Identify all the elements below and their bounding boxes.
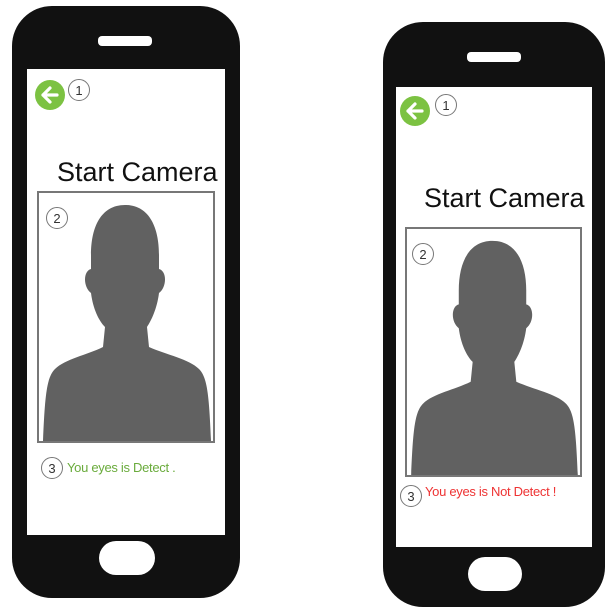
camera-preview: 2 bbox=[405, 227, 582, 477]
callout-3: 3 bbox=[400, 485, 422, 507]
callout-2: 2 bbox=[46, 207, 68, 229]
arrow-left-icon bbox=[406, 102, 424, 120]
callout-3: 3 bbox=[41, 457, 63, 479]
back-button[interactable] bbox=[400, 96, 430, 126]
detection-status: You eyes is Detect . bbox=[67, 460, 176, 475]
arrow-left-icon bbox=[41, 86, 59, 104]
camera-preview: 2 bbox=[37, 191, 215, 443]
speaker-icon bbox=[467, 52, 521, 62]
back-button[interactable] bbox=[35, 80, 65, 110]
page-title: Start Camera bbox=[424, 183, 585, 213]
home-button-icon[interactable] bbox=[99, 541, 155, 575]
page-title: Start Camera bbox=[57, 157, 218, 187]
speaker-icon bbox=[98, 36, 152, 46]
callout-1: 1 bbox=[435, 94, 457, 116]
callout-1: 1 bbox=[68, 79, 90, 101]
home-button-icon[interactable] bbox=[468, 557, 522, 591]
detection-status: You eyes is Not Detect ! bbox=[425, 484, 557, 499]
callout-2: 2 bbox=[412, 243, 434, 265]
person-silhouette-icon bbox=[411, 240, 578, 475]
person-silhouette-icon bbox=[43, 205, 211, 441]
